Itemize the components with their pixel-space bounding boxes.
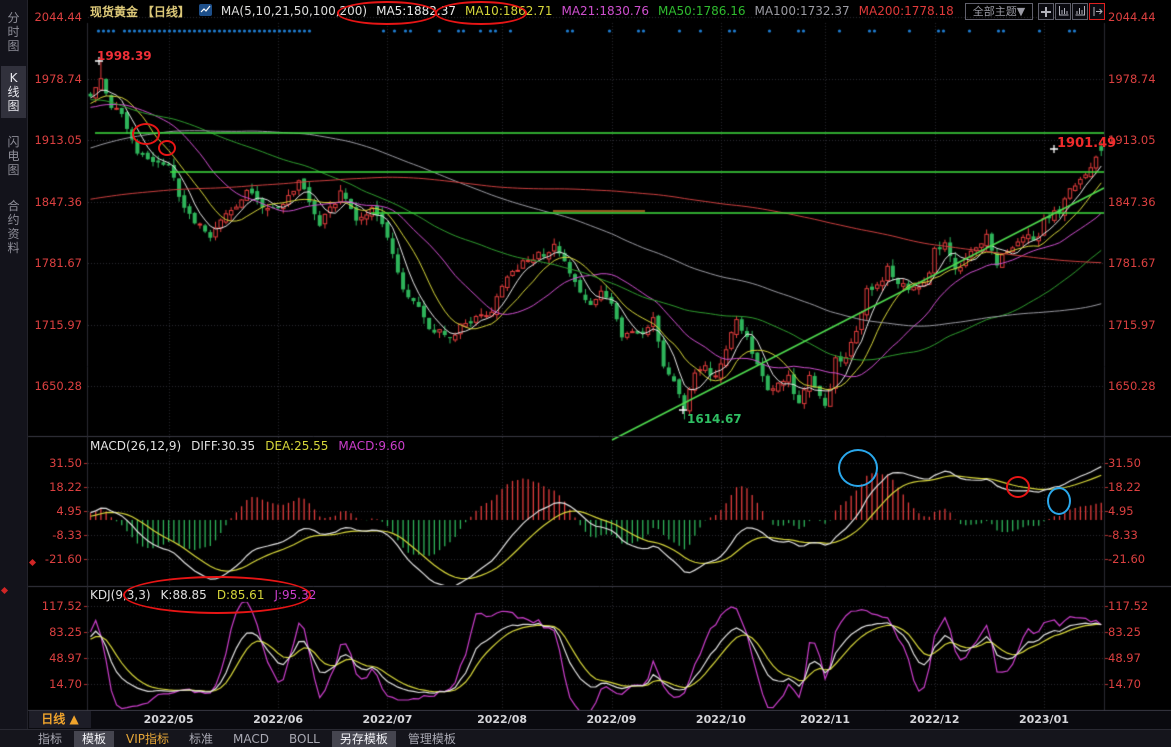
price-axis-label-left: 1781.67 [30,256,82,270]
kdj-axis-label-right: 14.70 [1108,677,1141,691]
price-axis-label-left: 1847.36 [30,195,82,209]
macd-axis-label-left: -8.33 [30,528,82,542]
macd-dea-value: DEA:25.55 [265,439,328,453]
date-label: 2022/06 [246,713,310,726]
theme-selector-button[interactable]: 全部主题▼ [965,3,1033,20]
ma-value-readout: MA5:1882.37 [376,4,456,18]
sidebar: 分时图 K线图闪电图合约资料 [0,0,28,747]
tab-manage-template[interactable]: 管理模板 [400,731,464,747]
macd-macd-value: MACD:9.60 [338,439,405,453]
sidebar-item-kline-chart[interactable]: K线图 [1,66,26,118]
kdj-axis-label-left: 48.97 [30,651,82,665]
tab-macd[interactable]: MACD [225,731,277,747]
kdj-axis-label-left: 117.52 [30,599,82,613]
macd-axis-label-left: -21.60 [30,552,82,566]
ma-value-readout: MA21:1830.76 [561,4,649,18]
date-label: 2022/05 [137,713,201,726]
sidebar-item-time-chart[interactable]: 分时图 [1,6,26,58]
kdj-j-value: J:95.32 [274,588,316,602]
tab-boll[interactable]: BOLL [281,731,328,747]
macd-axis-label-right: 31.50 [1108,456,1141,470]
tab-templates[interactable]: 模板 [74,731,114,747]
price-axis-label-right: 1978.74 [1108,72,1156,86]
fit-axis-chart-icon[interactable] [1055,3,1071,20]
tab-vip-indicators[interactable]: VIP指标 [118,731,177,747]
trading-terminal-window: 分时图 K线图闪电图合约资料 现货黄金 【日线】 MA(5,10,21,50,10… [0,0,1171,747]
bottom-tabbar: 指标模板VIP指标标准MACDBOLL另存模板管理模板 [0,729,1171,747]
macd-axis-label-left: 4.95 [30,504,82,518]
symbol-name: 现货黄金 [90,5,138,19]
macd-title: MACD(26,12,9) [90,439,181,453]
date-label: 2022/11 [793,713,857,726]
candlestick-chart-icon [199,4,212,19]
date-label: 2022/07 [355,713,419,726]
period-label: 日线 [41,712,65,726]
price-axis-label-right: 2044.44 [1108,10,1156,24]
sidebar-item-flash-chart[interactable]: 闪电图 [1,130,26,182]
collapse-panel-icon[interactable] [1089,3,1105,20]
price-axis-label-left: 2044.44 [30,10,82,24]
macd-axis-label-right: -21.60 [1108,552,1145,566]
period-tag: 【日线】 [142,5,190,19]
macd-diff-value: DIFF:30.35 [191,439,255,453]
date-label: 2022/10 [689,713,753,726]
date-label: 2022/08 [470,713,534,726]
price-axis-label-right: 1650.28 [1108,379,1156,393]
price-axis-label-left: 1913.05 [30,133,82,147]
tab-save-template[interactable]: 另存模板 [332,731,396,747]
price-axis-label-left: 1715.97 [30,318,82,332]
tab-standard[interactable]: 标准 [181,731,221,747]
ma-settings-label: MA(5,10,21,50,100,200) [221,4,367,18]
macd-axis-label-right: 18.22 [1108,480,1141,494]
kdj-title: KDJ(9,3,3) [90,588,151,602]
price-axis-label-right: 1781.67 [1108,256,1156,270]
ma-value-readout: MA200:1778.18 [859,4,954,18]
kdj-axis-label-left: 14.70 [30,677,82,691]
ma-value-readout: MA100:1732.37 [754,4,849,18]
macd-axis-label-right: 4.95 [1108,504,1134,518]
split-icon[interactable] [1038,3,1054,20]
kdj-axis-label-left: 83.25 [30,625,82,639]
tab-indicators[interactable]: 指标 [30,731,70,747]
price-axis-label-left: 1650.28 [30,379,82,393]
kdj-axis-label-right: 48.97 [1108,651,1141,665]
kdj-axis-label-right: 117.52 [1108,599,1148,613]
kdj-k-value: K:88.85 [161,588,207,602]
date-label: 2022/12 [903,713,967,726]
price-axis-label-right: 1715.97 [1108,318,1156,332]
date-label: 2023/01 [1012,713,1076,726]
period-selector[interactable]: 日线 ▲ [29,711,91,728]
date-label: 2022/09 [580,713,644,726]
macd-axis-label-left: 31.50 [30,456,82,470]
macd-axis-label-left: 18.22 [30,480,82,494]
symbol-title: 现货黄金 【日线】 [90,3,190,20]
price-chart-canvas[interactable] [0,0,1171,747]
main-chart-header: 现货黄金 【日线】 MA(5,10,21,50,100,200) MA5:188… [90,3,954,19]
price-axis-label-left: 1978.74 [30,72,82,86]
price-axis-label-right: 1847.36 [1108,195,1156,209]
ma-value-readout: MA50:1786.16 [658,4,746,18]
macd-pane-header: MACD(26,12,9) DIFF:30.35 DEA:25.55 MACD:… [90,439,405,453]
kdj-pane-header: KDJ(9,3,3) K:88.85 D:85.61 J:95.32 [90,588,316,602]
ma-value-readout: MA10:1862.71 [465,4,553,18]
period-arrow-icon: ▲ [69,712,78,726]
macd-axis-label-right: -8.33 [1108,528,1138,542]
kdj-d-value: D:85.61 [217,588,265,602]
sidebar-item-contract-info[interactable]: 合约资料 [1,194,26,260]
pane-layout-icon[interactable] [1072,3,1088,20]
price-axis-label-right: 1913.05 [1108,133,1156,147]
kdj-axis-label-right: 83.25 [1108,625,1141,639]
ma-value-readouts: MA5:1882.37 MA10:1862.71 MA21:1830.76 MA50:… [376,4,954,18]
